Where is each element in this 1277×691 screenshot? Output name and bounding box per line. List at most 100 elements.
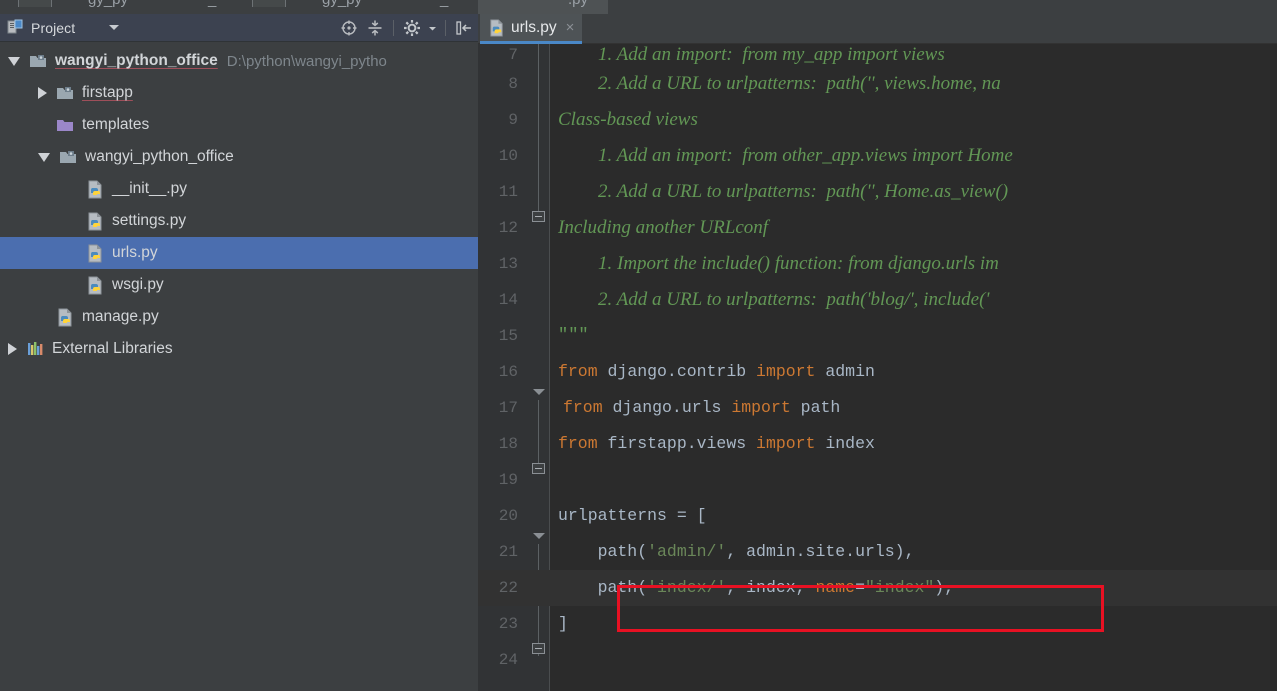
folder-purple-icon <box>55 115 75 135</box>
line-number: 9 <box>508 111 518 129</box>
tree-label: External Libraries <box>52 340 173 357</box>
tree-row-project-root[interactable]: wangyi_python_office D:\python\wangyi_py… <box>0 45 478 77</box>
code-line[interactable]: 19 <box>478 462 1277 498</box>
tree-label: urls.py <box>112 244 158 261</box>
line-text: path('index/', index, name="index"), <box>558 570 955 606</box>
python-file-icon <box>85 243 105 263</box>
ghost-label-1: _ <box>208 0 216 8</box>
code-line-caret[interactable]: 22 path('index/', index, name="index"), <box>478 570 1277 606</box>
tab-urls-py[interactable]: urls.py × <box>480 14 583 44</box>
project-panel-header: Project <box>0 14 478 42</box>
gear-icon[interactable] <box>401 17 423 39</box>
token-plain: ] <box>558 614 568 633</box>
editor-tabbar: urls.py × <box>478 14 1277 44</box>
line-number: 14 <box>498 291 518 309</box>
token-keyword: import <box>756 362 816 381</box>
token-plain: , index, <box>726 578 816 597</box>
libraries-icon <box>25 339 45 359</box>
project-panel-icon <box>7 19 24 36</box>
token-plain: django.contrib <box>597 362 757 381</box>
line-text: ] <box>558 606 568 642</box>
tree-row-init-py[interactable]: __init__.py <box>0 173 478 205</box>
project-tree[interactable]: wangyi_python_office D:\python\wangyi_py… <box>0 42 478 365</box>
token-plain: admin <box>815 362 875 381</box>
token-plain: firstapp.views <box>597 434 757 453</box>
tree-project-path: D:\python\wangyi_pytho <box>226 52 387 70</box>
tree-label: templates <box>82 116 150 133</box>
token-plain: index <box>815 434 875 453</box>
python-file-icon <box>85 211 105 231</box>
project-panel-toolbar <box>338 14 475 42</box>
tree-row-external-libraries[interactable]: External Libraries <box>0 333 478 365</box>
code-line[interactable]: 8 2. Add a URL to urlpatterns: path('', … <box>478 66 1277 102</box>
token-keyword: from <box>558 362 598 381</box>
chevron-right-icon[interactable] <box>8 343 17 355</box>
collapse-all-icon[interactable] <box>364 17 386 39</box>
code-line[interactable]: 7 1. Add an import: from my_app import v… <box>478 44 1277 66</box>
line-text: 2. Add a URL to urlpatterns: path('', vi… <box>598 73 1001 94</box>
code-line[interactable]: 17 from django.urls import path <box>478 390 1277 426</box>
folder-module-icon <box>28 51 48 71</box>
token-plain: urlpatterns = [ <box>558 506 707 525</box>
code-line[interactable]: 11 2. Add a URL to urlpatterns: path('',… <box>478 174 1277 210</box>
code-line[interactable]: 14 2. Add a URL to urlpatterns: path('bl… <box>478 282 1277 318</box>
tree-row-settings-py[interactable]: settings.py <box>0 205 478 237</box>
chevron-right-icon[interactable] <box>38 87 47 99</box>
line-number: 22 <box>498 579 518 597</box>
code-lines: 7 1. Add an import: from my_app import v… <box>478 44 1277 691</box>
tree-row-templates[interactable]: templates <box>0 109 478 141</box>
code-line[interactable]: 20 urlpatterns = [ <box>478 498 1277 534</box>
token-string: 'index/' <box>647 578 727 597</box>
code-line[interactable]: 23 ] <box>478 606 1277 642</box>
tree-row-urls-py[interactable]: urls.py <box>0 237 478 269</box>
tree-row-wsgi-py[interactable]: wsgi.py <box>0 269 478 301</box>
line-text: 1. Add an import: from other_app.views i… <box>598 145 1013 166</box>
code-line[interactable]: 10 1. Add an import: from other_app.view… <box>478 138 1277 174</box>
chevron-down-icon[interactable] <box>38 152 50 162</box>
line-number: 21 <box>498 543 518 561</box>
line-text: path('admin/', admin.site.urls), <box>558 534 915 570</box>
code-line[interactable]: 9 Class-based views <box>478 102 1277 138</box>
code-line[interactable]: 18 from firstapp.views import index <box>478 426 1277 462</box>
code-line[interactable]: 24 <box>478 642 1277 678</box>
line-number: 24 <box>498 651 518 669</box>
line-number: 11 <box>498 183 518 201</box>
token-plain: path( <box>558 542 648 561</box>
code-line[interactable]: 13 1. Import the include() function: fro… <box>478 246 1277 282</box>
line-text: 1. Import the include() function: from d… <box>598 253 999 274</box>
code-editor[interactable]: 7 1. Add an import: from my_app import v… <box>478 44 1277 691</box>
hide-panel-icon[interactable] <box>453 17 475 39</box>
gear-chevron-down-icon[interactable] <box>427 17 438 39</box>
ghost-label-4: .py <box>568 0 588 8</box>
project-tool-window: Project wangyi_python_office D:\python\w… <box>0 14 478 691</box>
line-text: from django.contrib import admin <box>558 354 875 390</box>
line-text: 2. Add a URL to urlpatterns: path('blog/… <box>598 289 990 310</box>
project-panel-title: Project <box>31 19 76 36</box>
ghost-label-2: gy_py <box>322 0 362 8</box>
token-plain: , admin.site.urls), <box>726 542 915 561</box>
line-number: 8 <box>508 75 518 93</box>
line-number: 16 <box>498 363 518 381</box>
tree-label: manage.py <box>82 308 159 325</box>
line-number: 7 <box>508 46 518 64</box>
code-line[interactable]: 21 path('admin/', admin.site.urls), <box>478 534 1277 570</box>
close-icon[interactable]: × <box>566 20 575 35</box>
token-plain: path( <box>558 578 648 597</box>
token-plain: = <box>855 578 865 597</box>
chevron-down-icon[interactable] <box>109 25 120 30</box>
chevron-down-icon[interactable] <box>8 56 20 66</box>
token-string: "index" <box>864 578 935 597</box>
code-line[interactable]: 12 Including another URLconf <box>478 210 1277 246</box>
line-number: 17 <box>498 399 518 417</box>
code-line[interactable]: 15 """ <box>478 318 1277 354</box>
tree-row-manage-py[interactable]: manage.py <box>0 301 478 333</box>
tree-row-wangyi-package[interactable]: wangyi_python_office <box>0 141 478 173</box>
token-plain: ), <box>934 578 955 597</box>
line-number: 19 <box>498 471 518 489</box>
tab-label: urls.py <box>511 18 557 36</box>
line-number: 20 <box>498 507 518 525</box>
locate-target-icon[interactable] <box>338 17 360 39</box>
tree-row-firstapp[interactable]: firstapp <box>0 77 478 109</box>
code-line[interactable]: 16 from django.contrib import admin <box>478 354 1277 390</box>
python-file-icon <box>55 307 75 327</box>
